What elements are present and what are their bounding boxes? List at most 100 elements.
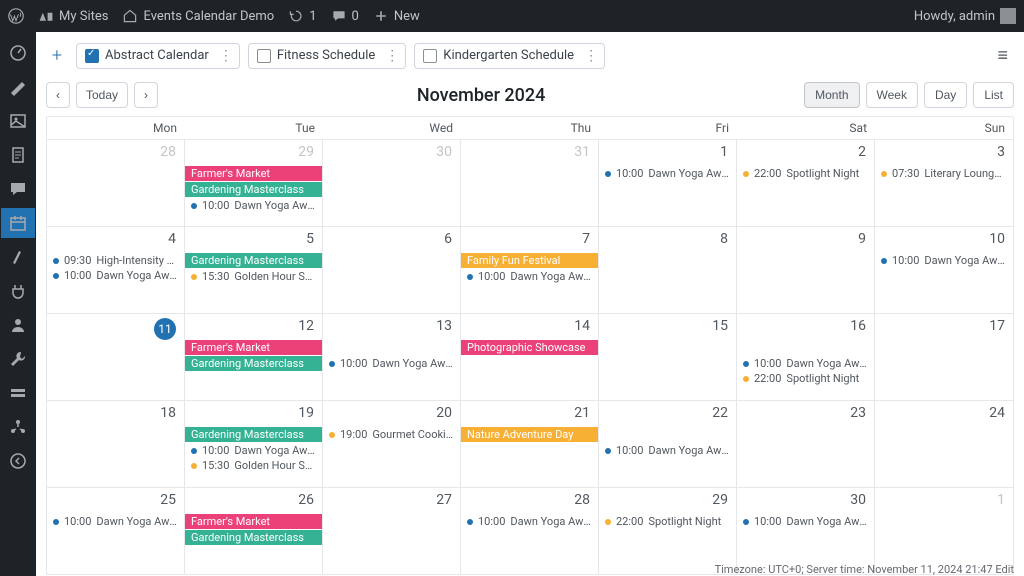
- calendar-filter-chip[interactable]: Fitness Schedule⋮: [248, 43, 406, 69]
- day-cell[interactable]: 2210:00Dawn Yoga Awakening: [599, 400, 737, 487]
- event-item[interactable]: 10:00Dawn Yoga Awakening: [737, 514, 874, 529]
- day-cell[interactable]: 5Gardening Masterclass15:30Golden Hour S…: [185, 226, 323, 313]
- event-item[interactable]: 10:00Dawn Yoga Awakening: [599, 443, 736, 458]
- calendar-filter-chip[interactable]: Abstract Calendar⋮: [76, 43, 240, 69]
- menu-comments[interactable]: [1, 174, 35, 204]
- event-bar[interactable]: Farmer's Market: [185, 514, 323, 529]
- menu-appearance[interactable]: [1, 242, 35, 272]
- menu-network[interactable]: [1, 412, 35, 442]
- day-cell[interactable]: 2922:00Spotlight Night: [599, 487, 737, 574]
- day-cell[interactable]: 1: [875, 487, 1013, 574]
- add-calendar-button[interactable]: +: [46, 45, 68, 67]
- prev-button[interactable]: ‹: [46, 82, 70, 108]
- day-cell[interactable]: 1010:00Dawn Yoga Awakening: [875, 226, 1013, 313]
- event-item[interactable]: 10:00Dawn Yoga Awakening: [461, 514, 598, 529]
- day-cell[interactable]: 2810:00Dawn Yoga Awakening: [461, 487, 599, 574]
- event-bar[interactable]: Farmer's Market: [185, 340, 323, 355]
- day-cell[interactable]: 7Family Fun Festival10:00Dawn Yoga Awake…: [461, 226, 599, 313]
- menu-tools[interactable]: [1, 344, 35, 374]
- day-cell[interactable]: 28: [47, 139, 185, 226]
- day-cell[interactable]: 110:00Dawn Yoga Awakening: [599, 139, 737, 226]
- day-cell[interactable]: 31: [461, 139, 599, 226]
- day-cell[interactable]: 3010:00Dawn Yoga Awakening: [737, 487, 875, 574]
- view-week-button[interactable]: Week: [866, 82, 918, 108]
- menu-media[interactable]: [1, 106, 35, 136]
- event-item[interactable]: 09:30High-Intensity Fitness: [47, 253, 184, 268]
- event-bar[interactable]: Gardening Masterclass: [185, 356, 322, 371]
- event-item[interactable]: 10:00Dawn Yoga Awakening: [185, 443, 322, 458]
- wordpress-logo-icon[interactable]: [8, 8, 24, 24]
- event-item[interactable]: 10:00Dawn Yoga Awakening: [185, 198, 322, 213]
- day-cell[interactable]: 2019:00Gourmet Cooking Class: [323, 400, 461, 487]
- menu-pages[interactable]: [1, 140, 35, 170]
- day-cell[interactable]: 19Gardening Masterclass10:00Dawn Yoga Aw…: [185, 400, 323, 487]
- day-cell[interactable]: 23: [737, 400, 875, 487]
- event-item[interactable]: 22:00Spotlight Night: [737, 166, 874, 181]
- menu-settings[interactable]: [1, 378, 35, 408]
- event-item[interactable]: 10:00Dawn Yoga Awakening: [599, 166, 736, 181]
- event-bar[interactable]: Nature Adventure Day: [461, 427, 599, 442]
- event-bar[interactable]: Gardening Masterclass: [185, 253, 322, 268]
- chip-menu-icon[interactable]: ⋮: [219, 48, 231, 64]
- event-item[interactable]: 22:00Spotlight Night: [599, 514, 736, 529]
- day-cell[interactable]: 30: [323, 139, 461, 226]
- day-cell[interactable]: 18: [47, 400, 185, 487]
- view-list-button[interactable]: List: [973, 82, 1014, 108]
- event-bar[interactable]: Photographic Showcase: [461, 340, 599, 355]
- event-item[interactable]: 19:00Gourmet Cooking Class: [323, 427, 460, 442]
- event-item[interactable]: 10:00Dawn Yoga Awakening: [47, 514, 184, 529]
- event-item[interactable]: 10:00Dawn Yoga Awakening: [875, 253, 1013, 268]
- options-button[interactable]: ≡: [991, 41, 1014, 70]
- event-item[interactable]: 07:30Literary Lounge Gatherin: [875, 166, 1013, 181]
- day-cell[interactable]: 27: [323, 487, 461, 574]
- event-item[interactable]: 10:00Dawn Yoga Awakening: [323, 356, 460, 371]
- event-bar[interactable]: Family Fun Festival: [461, 253, 599, 268]
- today-button[interactable]: Today: [76, 82, 128, 108]
- day-cell[interactable]: 15: [599, 313, 737, 400]
- menu-plugins[interactable]: [1, 276, 35, 306]
- day-cell[interactable]: 9: [737, 226, 875, 313]
- menu-users[interactable]: [1, 310, 35, 340]
- view-day-button[interactable]: Day: [924, 82, 967, 108]
- day-cell[interactable]: 6: [323, 226, 461, 313]
- event-item[interactable]: 15:30Golden Hour Social Tea: [185, 458, 322, 473]
- event-bar[interactable]: Gardening Masterclass: [185, 427, 322, 442]
- event-bar[interactable]: Gardening Masterclass: [185, 530, 322, 545]
- day-cell[interactable]: 17: [875, 313, 1013, 400]
- event-bar[interactable]: Farmer's Market: [185, 166, 323, 181]
- day-cell[interactable]: 8: [599, 226, 737, 313]
- calendar-filter-chip[interactable]: Kindergarten Schedule⋮: [414, 43, 605, 69]
- day-cell[interactable]: 26Farmer's MarketGardening Masterclass: [185, 487, 323, 574]
- chip-menu-icon[interactable]: ⋮: [584, 48, 596, 64]
- menu-calendar[interactable]: [1, 208, 35, 238]
- day-cell[interactable]: 21Nature Adventure Day: [461, 400, 599, 487]
- day-cell[interactable]: 14Photographic Showcase: [461, 313, 599, 400]
- event-item[interactable]: 10:00Dawn Yoga Awakening: [461, 269, 598, 284]
- howdy-user[interactable]: Howdy, admin: [914, 8, 1016, 24]
- day-cell[interactable]: 1610:00Dawn Yoga Awakening22:00Spotlight…: [737, 313, 875, 400]
- day-cell[interactable]: 409:30High-Intensity Fitness10:00Dawn Yo…: [47, 226, 185, 313]
- menu-dashboard[interactable]: [1, 38, 35, 68]
- day-cell[interactable]: 12Farmer's MarketGardening Masterclass: [185, 313, 323, 400]
- new-link[interactable]: New: [373, 8, 420, 24]
- event-bar[interactable]: Gardening Masterclass: [185, 182, 322, 197]
- refresh-link[interactable]: 1: [288, 8, 316, 24]
- event-item[interactable]: 22:00Spotlight Night: [737, 371, 874, 386]
- day-cell[interactable]: 2510:00Dawn Yoga Awakening: [47, 487, 185, 574]
- chip-menu-icon[interactable]: ⋮: [385, 48, 397, 64]
- event-item[interactable]: 10:00Dawn Yoga Awakening: [47, 268, 184, 283]
- day-cell[interactable]: 29Farmer's MarketGardening Masterclass10…: [185, 139, 323, 226]
- day-cell[interactable]: 11: [47, 313, 185, 400]
- day-cell[interactable]: 1310:00Dawn Yoga Awakening: [323, 313, 461, 400]
- view-month-button[interactable]: Month: [804, 82, 859, 108]
- menu-collapse[interactable]: [1, 446, 35, 476]
- site-link[interactable]: Events Calendar Demo: [122, 8, 274, 24]
- event-item[interactable]: 15:30Golden Hour Social Tea: [185, 269, 322, 284]
- comments-link[interactable]: 0: [331, 8, 359, 24]
- day-cell[interactable]: 24: [875, 400, 1013, 487]
- day-cell[interactable]: 222:00Spotlight Night: [737, 139, 875, 226]
- event-item[interactable]: 10:00Dawn Yoga Awakening: [737, 356, 874, 371]
- my-sites-link[interactable]: My Sites: [38, 8, 108, 24]
- next-button[interactable]: ›: [134, 82, 158, 108]
- menu-posts[interactable]: [1, 72, 35, 102]
